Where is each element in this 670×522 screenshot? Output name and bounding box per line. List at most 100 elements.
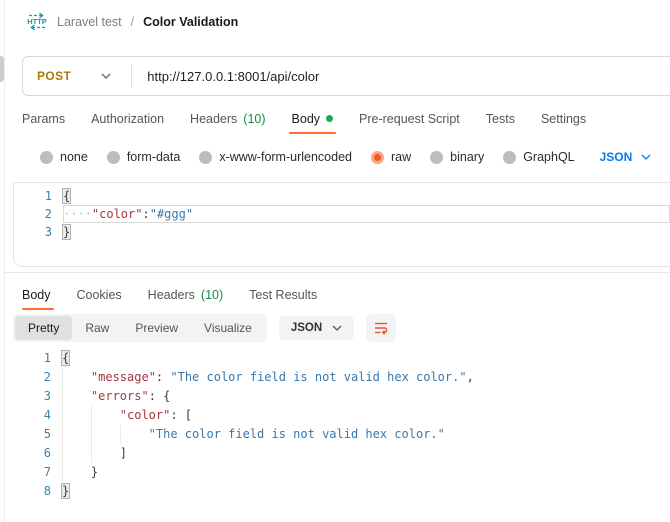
text-wrap-button[interactable] [366,314,397,342]
radio-label: x-www-form-urlencoded [219,150,352,164]
code-line: 2 "message": "The color field is not vali… [13,368,670,387]
code-content: "color": [ [62,406,670,425]
code-line: 4 "color": [ [13,406,670,425]
code-content: "errors": { [62,387,670,406]
radio-icon [199,150,213,164]
tab-settings[interactable]: Settings [528,103,599,134]
tab-tests[interactable]: Tests [473,103,528,134]
line-number: 2 [44,207,52,221]
breadcrumb: HTTP Laravel test / Color Validation [26,12,238,31]
code-token: } [90,465,99,479]
body-type-raw[interactable]: raw [371,150,411,164]
code-line: 3} [14,223,670,241]
indent-guide [62,406,91,425]
tab-label: Pre-request Script [359,111,460,126]
line-number: 7 [43,465,51,479]
code-token: "color" [119,408,171,422]
body-type-graphql[interactable]: GraphQL [503,150,575,164]
method-select[interactable]: POST [23,69,131,83]
tab-authorization[interactable]: Authorization [78,103,177,134]
body-type-none[interactable]: none [40,150,88,164]
tab-label: Tests [485,111,515,126]
matched-bracket: { [62,351,70,365]
green-dot-icon [326,115,334,122]
code-token: ] [119,446,128,460]
response-tab-test-results[interactable]: Test Results [236,280,330,310]
code-token: , [466,370,474,384]
response-tab-cookies[interactable]: Cookies [64,280,135,310]
code-token: : [ [170,408,193,422]
view-raw[interactable]: Raw [72,316,122,340]
code-line: 1{ [14,187,670,205]
tab-label: Body [291,111,321,126]
code-content: ····"color":"#ggg" [63,205,670,223]
matched-bracket: } [62,484,70,498]
indent-guide [90,425,120,444]
code-token: "color" [91,207,143,221]
radio-label: none [60,150,88,164]
request-response-divider[interactable] [0,272,670,273]
code-line: 8} [13,482,670,501]
radio-icon [503,150,517,164]
code-token: : [155,370,171,384]
http-request-icon: HTTP [26,12,48,31]
raw-language-select[interactable]: JSON [600,150,652,164]
tab-headers[interactable]: Headers (10) [177,103,278,134]
code-line: 6] [13,444,670,463]
radio-label: form-data [126,150,181,164]
body-type-row: none form-data x-www-form-urlencoded raw bin… [40,146,651,168]
code-content: "The color field is not valid hex color.… [62,425,670,444]
indent-guide [62,387,91,406]
tab-label: Settings [540,111,587,126]
breadcrumb-collection[interactable]: Laravel test [57,15,122,29]
line-number: 8 [43,484,51,498]
code-content: } [63,223,670,241]
breadcrumb-separator: / [130,14,135,29]
radio-icon [106,150,120,164]
request-body-editor[interactable]: 1{ 2 ····"color":"#ggg" 3} [13,182,670,267]
response-tab-body[interactable]: Body [22,280,64,310]
chevron-down-icon [101,73,111,79]
tab-body[interactable]: Body [279,103,347,134]
response-body-editor[interactable]: 1{2 "message": "The color field is not va… [13,349,670,501]
radio-icon [40,150,53,164]
response-language-select[interactable]: JSON [278,316,355,340]
radio-label: raw [391,150,412,164]
indent-guide [119,425,149,444]
view-visualize[interactable]: Visualize [191,316,265,340]
tab-label: Params [22,111,66,126]
matched-bracket: } [63,225,71,239]
body-type-binary[interactable]: binary [430,150,484,164]
breadcrumb-request-name[interactable]: Color Validation [143,15,238,29]
tab-params[interactable]: Params [22,103,78,134]
code-content: } [62,463,670,482]
sidebar-resize-handle[interactable] [0,56,4,82]
body-type-x-www-form-urlencoded[interactable]: x-www-form-urlencoded [199,150,352,164]
tab-pre-request-script[interactable]: Pre-request Script [346,103,473,134]
radio-label: binary [450,150,485,164]
tab-label: Headers [147,288,195,302]
code-token: : { [148,389,171,403]
response-language-label: JSON [290,322,323,334]
tab-count: (10) [200,288,224,302]
body-type-options: none form-data x-www-form-urlencoded raw bin… [40,150,575,164]
response-tab-headers[interactable]: Headers (10) [135,280,236,310]
view-pretty[interactable]: Pretty [15,316,73,340]
active-tab-underline [288,132,337,134]
tab-label: Cookies [76,288,122,302]
code-line: 7} [13,463,670,482]
tab-count: (10) [243,111,266,126]
sidebar-edge [0,0,5,522]
request-tabs: Params Authorization Headers (10) Body Pre-re… [22,103,599,134]
code-token: : [142,207,150,221]
code-content: { [63,187,670,205]
body-type-form-data[interactable]: form-data [106,150,181,164]
chevron-down-icon [332,325,342,331]
url-input[interactable]: http://127.0.0.1:8001/api/color [132,69,670,84]
code-token: "#ggg" [149,207,194,221]
view-preview[interactable]: Preview [122,316,191,340]
request-url-bar: POST http://127.0.0.1:8001/api/color [22,56,670,96]
code-content: } [62,482,670,501]
code-line: 5 "The color field is not valid hex color… [13,425,670,444]
matched-bracket: { [63,189,71,203]
